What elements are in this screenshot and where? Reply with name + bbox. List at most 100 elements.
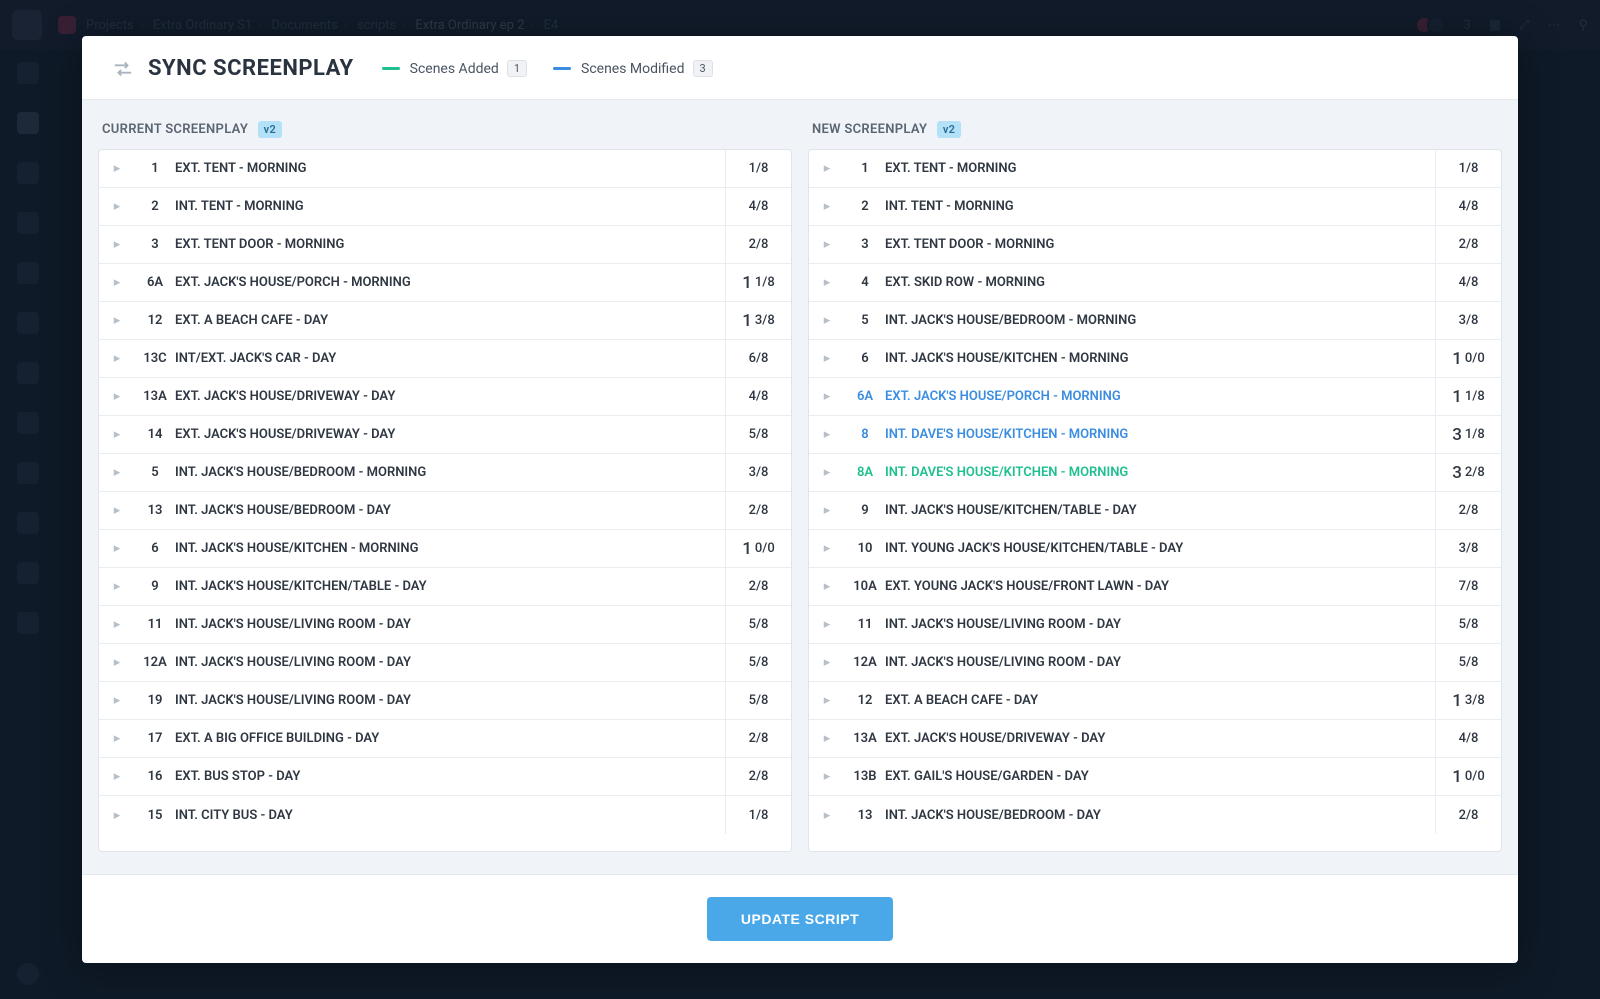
scene-row[interactable]: ▸19INT. JACK'S HOUSE/LIVING ROOM - DAY5/… — [99, 682, 791, 720]
expand-caret-icon[interactable]: ▸ — [99, 808, 135, 823]
expand-caret-icon[interactable]: ▸ — [99, 731, 135, 746]
scene-row[interactable]: ▸9INT. JACK'S HOUSE/KITCHEN/TABLE - DAY2… — [809, 492, 1501, 530]
expand-caret-icon[interactable]: ▸ — [99, 351, 135, 366]
expand-caret-icon[interactable]: ▸ — [809, 731, 845, 746]
scene-row[interactable]: ▸12EXT. A BEACH CAFE - DAY13/8 — [99, 302, 791, 340]
new-scene-list[interactable]: ▸1EXT. TENT - MORNING1/8▸2INT. TENT - MO… — [808, 149, 1502, 852]
expand-caret-icon[interactable]: ▸ — [99, 427, 135, 442]
expand-caret-icon[interactable]: ▸ — [809, 808, 845, 823]
scene-number: 13 — [845, 808, 885, 823]
scene-row[interactable]: ▸1EXT. TENT - MORNING1/8 — [99, 150, 791, 188]
scene-title: EXT. TENT - MORNING — [175, 161, 725, 176]
scene-row[interactable]: ▸11INT. JACK'S HOUSE/LIVING ROOM - DAY5/… — [99, 606, 791, 644]
expand-caret-icon[interactable]: ▸ — [809, 313, 845, 328]
scene-row[interactable]: ▸1EXT. TENT - MORNING1/8 — [809, 150, 1501, 188]
scene-row[interactable]: ▸12AINT. JACK'S HOUSE/LIVING ROOM - DAY5… — [99, 644, 791, 682]
scene-row[interactable]: ▸11INT. JACK'S HOUSE/LIVING ROOM - DAY5/… — [809, 606, 1501, 644]
scene-row[interactable]: ▸13AEXT. JACK'S HOUSE/DRIVEWAY - DAY4/8 — [99, 378, 791, 416]
expand-caret-icon[interactable]: ▸ — [99, 693, 135, 708]
scene-length: 11/8 — [725, 264, 791, 301]
scene-row[interactable]: ▸2INT. TENT - MORNING4/8 — [99, 188, 791, 226]
scene-title: INT. JACK'S HOUSE/LIVING ROOM - DAY — [175, 617, 725, 632]
scene-row[interactable]: ▸12AINT. JACK'S HOUSE/LIVING ROOM - DAY5… — [809, 644, 1501, 682]
scene-number: 9 — [845, 503, 885, 518]
scene-title: INT. TENT - MORNING — [175, 199, 725, 214]
expand-caret-icon[interactable]: ▸ — [99, 389, 135, 404]
expand-caret-icon[interactable]: ▸ — [809, 351, 845, 366]
legend-modified: Scenes Modified 3 — [553, 60, 713, 77]
expand-caret-icon[interactable]: ▸ — [809, 769, 845, 784]
scene-number: 8A — [845, 465, 885, 480]
scene-row[interactable]: ▸13INT. JACK'S HOUSE/BEDROOM - DAY2/8 — [809, 796, 1501, 834]
scene-row[interactable]: ▸15INT. CITY BUS - DAY1/8 — [99, 796, 791, 834]
scene-title: EXT. JACK'S HOUSE/PORCH - MORNING — [885, 389, 1435, 404]
expand-caret-icon[interactable]: ▸ — [99, 503, 135, 518]
scene-title: INT. JACK'S HOUSE/BEDROOM - MORNING — [175, 465, 725, 480]
expand-caret-icon[interactable]: ▸ — [809, 617, 845, 632]
scene-row[interactable]: ▸8AINT. DAVE'S HOUSE/KITCHEN - MORNING32… — [809, 454, 1501, 492]
expand-caret-icon[interactable]: ▸ — [809, 199, 845, 214]
expand-caret-icon[interactable]: ▸ — [809, 541, 845, 556]
scene-row[interactable]: ▸4EXT. SKID ROW - MORNING4/8 — [809, 264, 1501, 302]
scene-row[interactable]: ▸17EXT. A BIG OFFICE BUILDING - DAY2/8 — [99, 720, 791, 758]
scene-length: 4/8 — [1435, 188, 1501, 225]
scene-row[interactable]: ▸13BEXT. GAIL'S HOUSE/GARDEN - DAY10/0 — [809, 758, 1501, 796]
scene-row[interactable]: ▸5INT. JACK'S HOUSE/BEDROOM - MORNING3/8 — [99, 454, 791, 492]
scene-title: INT. YOUNG JACK'S HOUSE/KITCHEN/TABLE - … — [885, 541, 1435, 556]
scene-row[interactable]: ▸10AEXT. YOUNG JACK'S HOUSE/FRONT LAWN -… — [809, 568, 1501, 606]
expand-caret-icon[interactable]: ▸ — [99, 769, 135, 784]
update-script-button[interactable]: UPDATE SCRIPT — [707, 897, 893, 941]
expand-caret-icon[interactable]: ▸ — [99, 541, 135, 556]
expand-caret-icon[interactable]: ▸ — [99, 161, 135, 176]
scene-row[interactable]: ▸5INT. JACK'S HOUSE/BEDROOM - MORNING3/8 — [809, 302, 1501, 340]
scene-row[interactable]: ▸8INT. DAVE'S HOUSE/KITCHEN - MORNING31/… — [809, 416, 1501, 454]
scene-row[interactable]: ▸6INT. JACK'S HOUSE/KITCHEN - MORNING10/… — [99, 530, 791, 568]
scene-number: 9 — [135, 579, 175, 594]
expand-caret-icon[interactable]: ▸ — [99, 465, 135, 480]
scene-length: 10/0 — [1435, 758, 1501, 795]
scene-row[interactable]: ▸14EXT. JACK'S HOUSE/DRIVEWAY - DAY5/8 — [99, 416, 791, 454]
scene-number: 13C — [135, 351, 175, 366]
scene-row[interactable]: ▸9INT. JACK'S HOUSE/KITCHEN/TABLE - DAY2… — [99, 568, 791, 606]
scene-length: 6/8 — [725, 340, 791, 377]
legend-modified-badge: 3 — [693, 60, 713, 77]
scene-number: 4 — [845, 275, 885, 290]
expand-caret-icon[interactable]: ▸ — [809, 693, 845, 708]
expand-caret-icon[interactable]: ▸ — [809, 237, 845, 252]
expand-caret-icon[interactable]: ▸ — [99, 579, 135, 594]
scene-length: 1/8 — [1435, 150, 1501, 187]
expand-caret-icon[interactable]: ▸ — [809, 503, 845, 518]
scene-title: EXT. SKID ROW - MORNING — [885, 275, 1435, 290]
scene-row[interactable]: ▸2INT. TENT - MORNING4/8 — [809, 188, 1501, 226]
expand-caret-icon[interactable]: ▸ — [809, 427, 845, 442]
scene-row[interactable]: ▸6AEXT. JACK'S HOUSE/PORCH - MORNING11/8 — [809, 378, 1501, 416]
expand-caret-icon[interactable]: ▸ — [99, 655, 135, 670]
current-scene-list[interactable]: ▸1EXT. TENT - MORNING1/8▸2INT. TENT - MO… — [98, 149, 792, 852]
scene-row[interactable]: ▸13AEXT. JACK'S HOUSE/DRIVEWAY - DAY4/8 — [809, 720, 1501, 758]
expand-caret-icon[interactable]: ▸ — [99, 237, 135, 252]
scene-number: 3 — [845, 237, 885, 252]
expand-caret-icon[interactable]: ▸ — [809, 275, 845, 290]
expand-caret-icon[interactable]: ▸ — [809, 389, 845, 404]
scene-row[interactable]: ▸3EXT. TENT DOOR - MORNING2/8 — [809, 226, 1501, 264]
scene-number: 5 — [845, 313, 885, 328]
scene-row[interactable]: ▸3EXT. TENT DOOR - MORNING2/8 — [99, 226, 791, 264]
scene-row[interactable]: ▸13CINT/EXT. JACK'S CAR - DAY6/8 — [99, 340, 791, 378]
scene-row[interactable]: ▸10INT. YOUNG JACK'S HOUSE/KITCHEN/TABLE… — [809, 530, 1501, 568]
expand-caret-icon[interactable]: ▸ — [809, 579, 845, 594]
expand-caret-icon[interactable]: ▸ — [809, 655, 845, 670]
scene-row[interactable]: ▸13INT. JACK'S HOUSE/BEDROOM - DAY2/8 — [99, 492, 791, 530]
scene-row[interactable]: ▸6INT. JACK'S HOUSE/KITCHEN - MORNING10/… — [809, 340, 1501, 378]
scene-row[interactable]: ▸12EXT. A BEACH CAFE - DAY13/8 — [809, 682, 1501, 720]
scene-number: 2 — [845, 199, 885, 214]
expand-caret-icon[interactable]: ▸ — [99, 199, 135, 214]
expand-caret-icon[interactable]: ▸ — [99, 275, 135, 290]
scene-row[interactable]: ▸16EXT. BUS STOP - DAY2/8 — [99, 758, 791, 796]
expand-caret-icon[interactable]: ▸ — [809, 161, 845, 176]
expand-caret-icon[interactable]: ▸ — [809, 465, 845, 480]
scene-number: 11 — [845, 617, 885, 632]
expand-caret-icon[interactable]: ▸ — [99, 313, 135, 328]
scene-number: 6A — [135, 275, 175, 290]
scene-row[interactable]: ▸6AEXT. JACK'S HOUSE/PORCH - MORNING11/8 — [99, 264, 791, 302]
expand-caret-icon[interactable]: ▸ — [99, 617, 135, 632]
